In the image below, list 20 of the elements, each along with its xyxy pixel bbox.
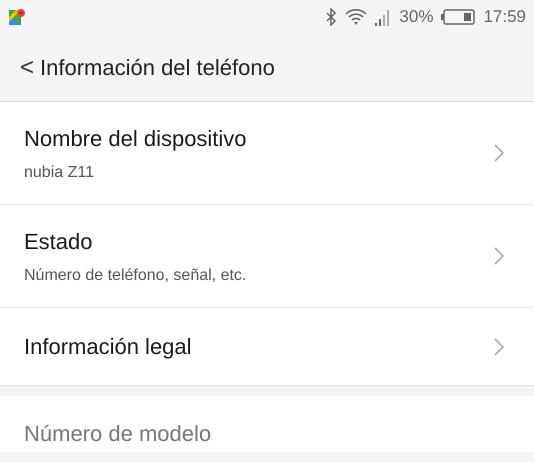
wifi-icon	[345, 9, 368, 25]
item-title: Información legal	[24, 333, 193, 361]
chevron-right-icon	[494, 247, 504, 265]
item-title: Número de modelo	[24, 420, 212, 448]
item-title: Estado	[24, 228, 94, 256]
settings-item[interactable]: Estado Número de teléfono, señal, etc.	[0, 205, 534, 308]
battery-icon	[441, 9, 476, 25]
item-title: Nombre del dispositivo	[24, 124, 248, 153]
chevron-right-icon	[494, 338, 504, 356]
signal-icon	[375, 8, 392, 26]
item-subtitle: nubia Z11	[24, 162, 95, 182]
chevron-right-icon	[494, 144, 504, 162]
item-subtitle: Número de teléfono, señal, etc.	[24, 266, 248, 286]
page-title: Información del teléfono	[40, 54, 275, 82]
bluetooth-icon	[325, 8, 338, 26]
clock-time: 17:59	[483, 6, 526, 28]
battery-percent: 30%	[399, 6, 434, 28]
settings-item[interactable]: Nombre del dispositivo nubia Z11	[0, 102, 534, 205]
maps-app-icon	[8, 8, 26, 26]
back-button[interactable]: <	[20, 56, 40, 80]
